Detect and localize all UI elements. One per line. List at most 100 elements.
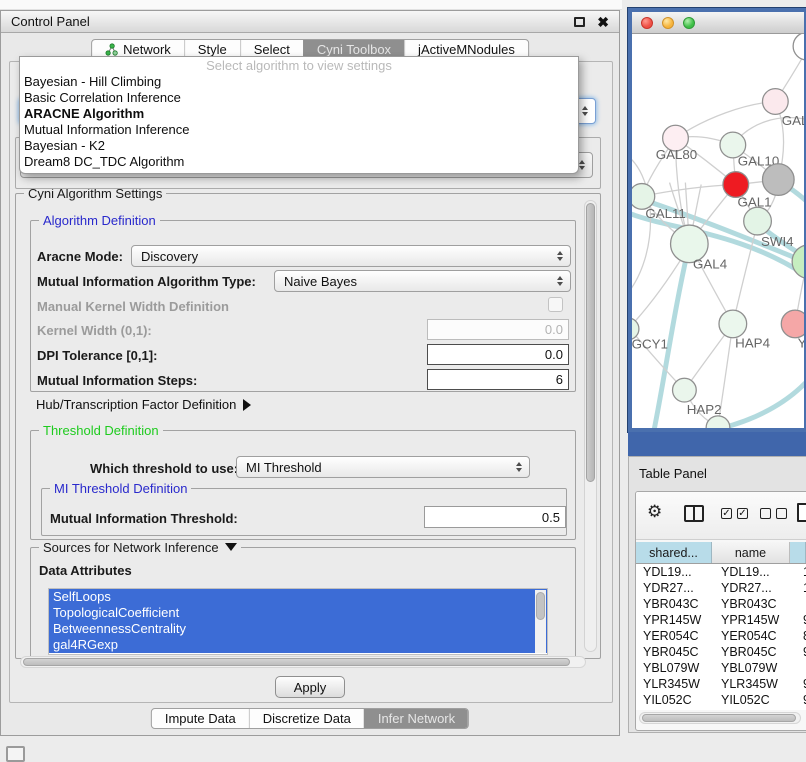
table-cell[interactable]: YER054C: [636, 628, 712, 644]
table-cell[interactable]: YDL19...: [636, 564, 712, 580]
table-cell[interactable]: YDR27...: [712, 580, 790, 596]
table-row[interactable]: YER054CYER054C8.: [636, 628, 806, 644]
table-cell[interactable]: YIL052C: [712, 692, 790, 708]
network-node[interactable]: [719, 310, 747, 338]
data-attribute-item[interactable]: BetweennessCentrality: [49, 621, 547, 637]
sources-group-title[interactable]: Sources for Network Inference: [39, 540, 241, 555]
network-node[interactable]: [762, 164, 794, 196]
document-icon[interactable]: [797, 503, 806, 522]
network-node[interactable]: [762, 89, 788, 115]
table-body[interactable]: YDL19...YDL19...13YDR27...YDR27...12YBR0…: [636, 564, 806, 710]
tab-discretize-data[interactable]: Discretize Data: [249, 709, 364, 728]
algorithm-option[interactable]: ARACNE Algorithm: [20, 106, 578, 122]
checked-checkbox-icon[interactable]: ✓: [737, 508, 748, 519]
table-cell[interactable]: YIL052C: [636, 692, 712, 708]
table-cell[interactable]: [790, 596, 806, 612]
tab-infer-network[interactable]: Infer Network: [364, 709, 468, 728]
table-cell[interactable]: YBL079W: [636, 660, 712, 676]
algorithm-option[interactable]: Bayesian - K2: [20, 138, 578, 154]
table-cell[interactable]: YBR045C: [636, 644, 712, 660]
tab-impute-data[interactable]: Impute Data: [152, 709, 249, 728]
float-window-icon[interactable]: [574, 17, 585, 27]
mi-threshold-field[interactable]: 0.5: [424, 506, 566, 528]
table-cell[interactable]: YBR043C: [712, 596, 790, 612]
table-cell[interactable]: YLR345W: [712, 676, 790, 692]
minimize-traffic-light-icon[interactable]: [662, 17, 674, 29]
data-attributes-list[interactable]: SelfLoopsTopologicalCoefficientBetweenne…: [48, 588, 548, 655]
table-cell[interactable]: 8.: [790, 628, 806, 644]
settings-horizontal-scrollbar[interactable]: [20, 656, 586, 668]
which-threshold-combobox[interactable]: MI Threshold: [236, 456, 530, 478]
table-cell[interactable]: YDR27...: [636, 580, 712, 596]
unchecked-checkbox-icon[interactable]: [776, 508, 787, 519]
table-cell[interactable]: YBR043C: [636, 596, 712, 612]
unchecked-checkbox-icon[interactable]: [760, 508, 771, 519]
table-row[interactable]: YIL052CYIL052C9.: [636, 692, 806, 708]
algorithm-option[interactable]: Bayesian - Hill Climbing: [20, 74, 578, 90]
data-attribute-item[interactable]: TopologicalCoefficient: [49, 605, 547, 621]
scrollbar-thumb[interactable]: [586, 203, 595, 482]
column-header-name[interactable]: name: [712, 542, 790, 563]
network-node[interactable]: [793, 34, 804, 60]
split-columns-icon[interactable]: [684, 505, 704, 522]
manual-kernel-checkbox[interactable]: [548, 297, 563, 312]
network-edge[interactable]: [642, 185, 736, 197]
table-row[interactable]: YDR27...YDR27...12: [636, 580, 806, 596]
table-cell[interactable]: 9.: [790, 644, 806, 660]
apply-button[interactable]: Apply: [275, 676, 345, 698]
aracne-mode-combobox[interactable]: Discovery: [131, 245, 571, 267]
kernel-width-field[interactable]: 0.0: [427, 319, 569, 340]
scrollbar-thumb[interactable]: [642, 714, 796, 722]
network-edge[interactable]: [632, 155, 651, 295]
network-node[interactable]: [673, 378, 697, 402]
table-cell[interactable]: YLR345W: [636, 676, 712, 692]
column-header-clipped[interactable]: [790, 542, 806, 563]
table-row[interactable]: YLR345WYLR345W9.: [636, 676, 806, 692]
table-row[interactable]: YBR045CYBR045C9.: [636, 644, 806, 660]
gear-icon[interactable]: ⚙: [647, 504, 662, 521]
table-cell[interactable]: YDL19...: [712, 564, 790, 580]
close-icon[interactable]: ✖: [597, 17, 609, 27]
table-row[interactable]: YPR145WYPR145W9.: [636, 612, 806, 628]
scrollbar-thumb[interactable]: [536, 592, 545, 620]
algorithm-option[interactable]: Basic Correlation Inference: [20, 90, 578, 106]
table-cell[interactable]: YPR145W: [712, 612, 790, 628]
table-cell[interactable]: 9.: [790, 676, 806, 692]
table-cell[interactable]: [790, 660, 806, 676]
mi-type-combobox[interactable]: Naive Bayes: [274, 270, 571, 292]
list-vertical-scrollbar[interactable]: [535, 590, 546, 653]
network-canvas[interactable]: GALGAL80GAL10GAL1SWI4GAL11GAL4GCY1HAP4YH…: [632, 34, 804, 428]
network-node[interactable]: [706, 416, 730, 428]
data-attribute-item[interactable]: gal4RGexp: [49, 637, 547, 653]
settings-vertical-scrollbar[interactable]: [584, 200, 597, 652]
table-cell[interactable]: 12: [790, 580, 806, 596]
table-row[interactable]: YBL079WYBL079W: [636, 660, 806, 676]
network-edge[interactable]: [675, 102, 775, 139]
zoom-traffic-light-icon[interactable]: [683, 17, 695, 29]
data-attribute-item[interactable]: SelfLoops: [49, 589, 547, 605]
checked-checkbox-icon[interactable]: ✓: [721, 508, 732, 519]
network-node[interactable]: [781, 310, 804, 338]
table-cell[interactable]: YBL079W: [712, 660, 790, 676]
table-cell[interactable]: YPR145W: [636, 612, 712, 628]
table-horizontal-scrollbar[interactable]: [639, 712, 801, 724]
column-header-shared-name[interactable]: shared...: [636, 542, 712, 563]
table-cell[interactable]: 13: [790, 564, 806, 580]
table-cell[interactable]: 9.: [790, 612, 806, 628]
close-traffic-light-icon[interactable]: [641, 17, 653, 29]
network-view-window[interactable]: GALGAL80GAL10GAL1SWI4GAL11GAL4GCY1HAP4YH…: [628, 8, 806, 432]
hub-definition-toggle[interactable]: Hub/Transcription Factor Definition: [36, 397, 251, 412]
mi-steps-field[interactable]: 6: [427, 369, 569, 390]
table-cell[interactable]: YBR045C: [712, 644, 790, 660]
table-row[interactable]: YBR043CYBR043C: [636, 596, 806, 612]
network-node[interactable]: [744, 207, 772, 235]
minimized-panel-icon[interactable]: [6, 746, 25, 762]
table-row[interactable]: YDL19...YDL19...13: [636, 564, 806, 580]
algorithm-option[interactable]: Mutual Information Inference: [20, 122, 578, 138]
dpi-tolerance-field[interactable]: 0.0: [427, 344, 569, 365]
scrollbar-thumb[interactable]: [23, 658, 570, 666]
network-window-titlebar[interactable]: [632, 12, 804, 34]
table-cell[interactable]: 9.: [790, 692, 806, 708]
table-cell[interactable]: YER054C: [712, 628, 790, 644]
algorithm-option[interactable]: Dream8 DC_TDC Algorithm: [20, 154, 578, 170]
